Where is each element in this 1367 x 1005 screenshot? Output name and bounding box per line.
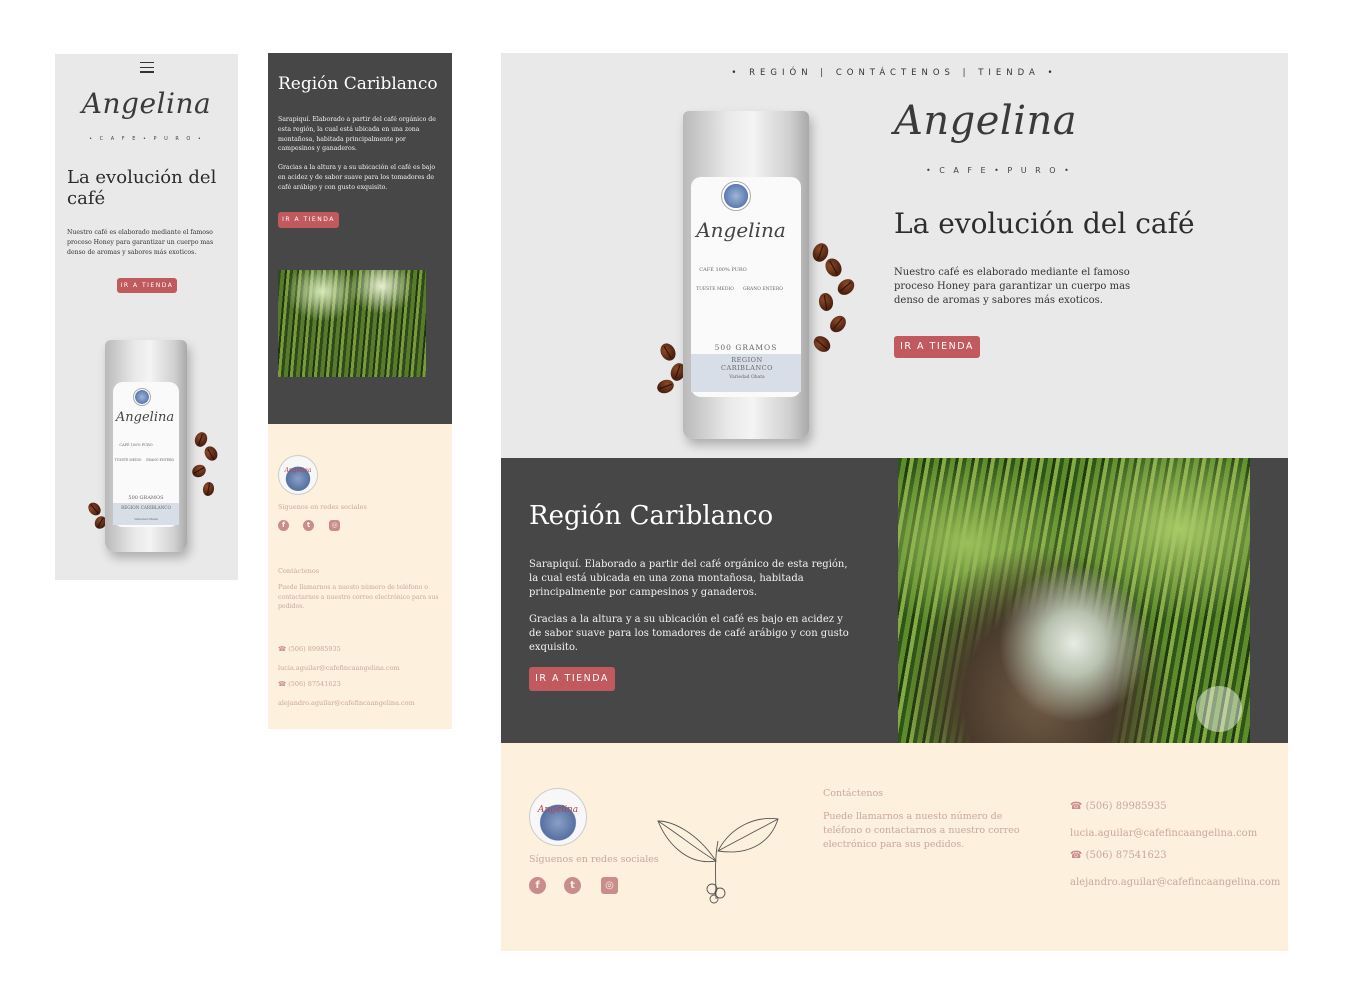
phone-line-1[interactable]: ☎ (506) 89985935	[1070, 801, 1167, 812]
coffee-bean-icon	[655, 377, 676, 396]
hero-title: La evolución del café	[894, 207, 1195, 240]
region-title: Región Cariblanco	[278, 74, 438, 94]
phone-1: (506) 89985935	[288, 645, 341, 653]
social-label: Síguenos en redes sociales	[529, 854, 659, 865]
region-paragraph-2: Gracias a la altura y a su ubicación el …	[278, 164, 436, 191]
mobile-hero-frame: Angelina • C A F E • P U R O • La evoluc…	[55, 54, 238, 580]
email-1[interactable]: lucia.aguilar@cafefincaangelina.com	[278, 664, 400, 672]
phone-icon: ☎	[278, 680, 287, 688]
bag-toast: TUESTE MEDIO	[114, 458, 142, 462]
hamburger-menu-icon[interactable]	[140, 62, 154, 74]
coffee-bag-image: Angelina CAFÉ 100% PURO TUESTE MEDIO GRA…	[105, 340, 187, 552]
contact-title: Contáctenos	[823, 788, 884, 799]
hero-section: • REGIÓN | CONTÁCTENOS | TIENDA • Angeli…	[501, 53, 1288, 458]
brand-logo[interactable]: Angelina	[55, 87, 238, 120]
shop-button[interactable]: IR A TIENDA	[894, 336, 980, 358]
region-section: Región Cariblanco Sarapiquí. Elaborado a…	[268, 53, 452, 424]
coffee-bean-icon	[189, 462, 209, 480]
email-2[interactable]: alejandro.aguilar@cafefincaangelina.com	[278, 699, 415, 707]
coffee-bean-icon	[826, 312, 850, 336]
bag-variety: Variedad Obata	[729, 375, 765, 380]
phone-line-2[interactable]: ☎ (506) 87541623	[1070, 850, 1167, 861]
footer-logo-badge[interactable]: Angelina	[278, 455, 318, 495]
email-2[interactable]: alejandro.aguilar@cafefincaangelina.com	[1070, 877, 1280, 888]
bag-region: REGION CARIBLANCO	[721, 356, 773, 372]
bag-weight: 500 GRAMOS	[128, 495, 164, 501]
coffee-bean-icon	[834, 275, 858, 299]
phone-icon: ☎	[1070, 850, 1083, 861]
phone-1: (506) 89985935	[1085, 801, 1167, 812]
instagram-icon[interactable]: ◎	[329, 520, 340, 531]
photo-logo-watermark	[1196, 686, 1242, 732]
twitter-icon[interactable]: t	[303, 520, 314, 531]
bag-region: REGION CARIBLANCO	[121, 505, 171, 510]
contact-title: Contáctenos	[278, 567, 320, 575]
coffee-bean-icon	[657, 340, 679, 364]
brand-tagline: • C A F E • P U R O •	[89, 136, 204, 142]
instagram-icon[interactable]: ◎	[601, 877, 618, 894]
phone-line-1[interactable]: ☎ (506) 89985935	[278, 645, 341, 653]
coffee-bean-icon	[202, 444, 220, 463]
region-paragraph-1: Sarapiquí. Elaborado a partir del café o…	[278, 116, 436, 153]
coffee-bean-icon	[817, 291, 835, 313]
phone-line-2[interactable]: ☎ (506) 87541623	[278, 680, 341, 688]
twitter-icon[interactable]: t	[564, 877, 581, 894]
footer-badge-text: Angelina	[284, 466, 312, 474]
desktop-frame: • REGIÓN | CONTÁCTENOS | TIENDA • Angeli…	[501, 53, 1288, 951]
brand-logo[interactable]: Angelina	[894, 98, 1077, 144]
forest-photo	[278, 270, 426, 377]
contact-description: Puede llamarnos a nuesto número de teléf…	[278, 584, 439, 611]
bag-brand-text: Angelina	[115, 410, 175, 425]
bag-weight: 500 GRAMOS	[714, 343, 778, 352]
bag-brand-text: Angelina	[696, 218, 786, 242]
bag-line: CAFÉ 100% PURO	[699, 267, 747, 273]
footer-logo-badge[interactable]: Angelina	[529, 788, 587, 846]
facebook-icon[interactable]: f	[278, 520, 289, 531]
coffee-bean-icon	[822, 255, 845, 280]
bag-grain: GRANO ENTERO	[145, 458, 175, 462]
shop-button[interactable]: IR A TIENDA	[117, 278, 177, 293]
footer-badge-text: Angelina	[537, 804, 579, 815]
region-section: Región Cariblanco Sarapiquí. Elaborado a…	[501, 458, 1288, 743]
social-label: Síguenos en redes sociales	[278, 503, 367, 511]
hero-description: Nuestro café es elaborado mediante el fa…	[67, 229, 214, 256]
coffee-bean-icon	[810, 332, 834, 356]
facebook-icon[interactable]: f	[529, 877, 546, 894]
bag-variety: Variedad Obata	[134, 517, 158, 521]
shop-button[interactable]: IR A TIENDA	[529, 667, 615, 691]
phone-2: (506) 87541623	[1085, 850, 1167, 861]
phone-icon: ☎	[278, 645, 287, 653]
region-paragraph-2: Gracias a la altura y a su ubicación el …	[529, 614, 849, 653]
contact-description: Puede llamarnos a nuesto número de teléf…	[823, 811, 1020, 850]
bag-toast: TUESTE MEDIO	[696, 287, 734, 292]
region-title: Región Cariblanco	[529, 501, 774, 531]
region-paragraph-1: Sarapiquí. Elaborado a partir del café o…	[529, 559, 848, 598]
bag-grain: GRANO ENTERO	[743, 287, 783, 292]
coffee-bean-icon	[201, 481, 216, 497]
email-1[interactable]: lucia.aguilar@cafefincaangelina.com	[1070, 828, 1257, 839]
hero-title: La evolución del café	[67, 167, 217, 209]
phone-2: (506) 87541623	[288, 680, 341, 688]
top-nav[interactable]: • REGIÓN | CONTÁCTENOS | TIENDA •	[501, 68, 1288, 78]
brand-tagline: • C A F E • P U R O •	[926, 166, 1072, 175]
coffee-branch-illustration	[657, 818, 779, 904]
river-forest-photo	[898, 458, 1250, 743]
shop-button[interactable]: IR A TIENDA	[278, 212, 339, 228]
coffee-bag-image: Angelina CAFÉ 100% PURO TUESTE MEDIO GRA…	[683, 111, 809, 439]
bag-line: CAFÉ 100% PURO	[119, 443, 153, 447]
phone-icon: ☎	[1070, 801, 1083, 812]
mobile-region-frame: Región Cariblanco Sarapiquí. Elaborado a…	[268, 53, 452, 729]
hero-description: Nuestro café es elaborado mediante el fa…	[894, 267, 1131, 306]
